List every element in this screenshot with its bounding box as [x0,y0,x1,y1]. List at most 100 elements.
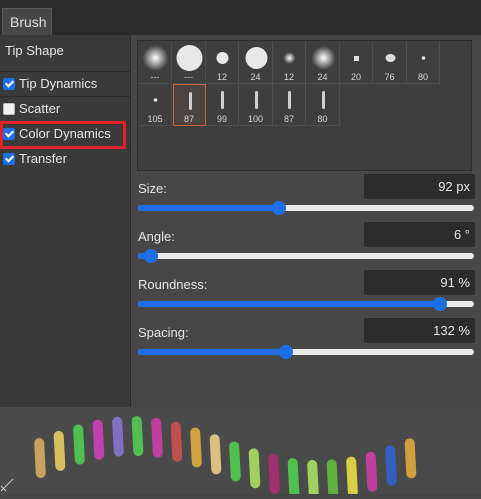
angle-label: Angle: [138,229,175,244]
stroke-dab [190,427,202,468]
stroke-dab [73,424,85,465]
angle-slider[interactable] [138,249,474,263]
brush-tip-icon [311,46,335,70]
brush-preset[interactable]: --- [172,42,206,84]
brush-tip-icon [176,45,202,71]
brush-preset[interactable]: 87 [273,84,306,126]
brush-preset[interactable]: 12 [206,42,239,84]
stroke-dab [365,451,378,492]
brush-tip-icon [142,45,169,71]
brush-size-label: 87 [183,114,194,124]
brush-preset[interactable]: 20 [340,42,373,84]
stroke-dab [229,441,241,482]
resize-grip-icon[interactable] [0,478,14,492]
brush-size-label: 87 [283,114,294,124]
stroke-dab [268,454,280,495]
brush-tip-shape [153,98,158,102]
spacing-label: Spacing: [138,325,189,340]
roundness-slider[interactable] [138,297,474,311]
stroke-dab [248,448,261,489]
tip-dynamics-label: Tip Dynamics [19,76,98,91]
brush-tip-shape [188,92,192,110]
brush-tip-icon [288,91,291,109]
brush-size-label: 12 [283,72,294,82]
brush-tip-icon [221,91,224,109]
angle-slider-thumb[interactable] [144,249,159,263]
brush-size-label: 76 [384,72,395,82]
transfer-item[interactable]: Transfer [0,146,130,171]
tab-bar: Brush [0,0,481,35]
transfer-checkbox[interactable] [3,153,15,165]
roundness-slider-thumb[interactable] [433,297,448,311]
brush-tip-shape [176,45,202,71]
brush-size-label: 20 [350,72,361,82]
roundness-value-field[interactable]: 91 % [364,270,475,295]
brush-preset[interactable]: 24 [306,42,340,84]
scatter-label: Scatter [19,101,61,116]
size-slider[interactable] [138,201,474,215]
brush-tip-shape [311,46,335,70]
tip-dynamics-checkbox[interactable] [3,78,15,90]
stroke-dab [385,445,397,486]
brush-tip-shape [221,91,224,109]
spacing-slider-thumb[interactable] [278,345,293,359]
brush-tip-shape [321,91,325,109]
stroke-dab [112,416,124,457]
brush-tip-icon [321,91,325,109]
stroke-dab [170,421,183,462]
scatter-checkbox[interactable] [3,103,15,115]
size-value-field[interactable]: 92 px [364,174,475,199]
brush-size-label: 80 [317,114,328,124]
brush-tip-icon [153,98,158,102]
spacing-slider[interactable] [138,345,474,359]
brush-stroke-preview [0,408,481,499]
brush-options-panel: Tip Shape Tip Dynamics Scatter Color Dyn… [0,35,131,407]
brush-preset[interactable]: 105 [139,84,172,126]
brush-preset[interactable]: 80 [306,84,340,126]
brush-tip-shape [354,56,359,61]
brush-tip-shape [283,52,296,64]
brush-tip-icon [245,47,267,69]
angle-value-field[interactable]: 6 ° [364,222,475,247]
brush-preset[interactable]: 99 [206,84,239,126]
brush-tip-icon [283,52,296,64]
brush-size-label: --- [184,72,193,82]
brush-size-label: 99 [216,114,227,124]
brush-preset[interactable]: 87 [172,84,206,126]
spacing-value-field[interactable]: 132 % [364,318,475,343]
brush-preset[interactable]: 12 [273,42,306,84]
brush-preset[interactable]: 80 [407,42,440,84]
stroke-dab [53,430,66,471]
brush-preset[interactable]: --- [139,42,172,84]
color-dynamics-highlight [0,121,126,149]
brush-tip-shape [421,56,426,60]
size-label: Size: [138,181,167,196]
tab-brush[interactable]: Brush [2,8,52,35]
brush-preset[interactable]: 24 [239,42,273,84]
stroke-dab [34,438,46,478]
transfer-label: Transfer [19,151,67,166]
brush-preset[interactable]: 76 [373,42,407,84]
brush-tip-icon [385,54,395,62]
stroke-dab [307,459,319,499]
tip-shape-item[interactable]: Tip Shape [0,39,130,64]
size-slider-thumb[interactable] [272,201,287,215]
brush-tip-shape [254,91,258,109]
stroke-dab [209,434,222,475]
brush-preset[interactable]: 100 [239,84,273,126]
brush-preset-grid: --- --- 12 24 12 24 20 76 80 105 87 99 100 87 80 [137,40,472,171]
brush-size-label: --- [150,72,160,82]
scatter-item[interactable]: Scatter [0,96,130,121]
stroke-dab [346,456,358,497]
tip-dynamics-item[interactable]: Tip Dynamics [0,71,130,96]
roundness-slider-fill [138,301,441,307]
brush-tip-shape [385,54,395,62]
brush-tip-icon [216,52,229,64]
brush-size-label: 105 [147,114,163,124]
stroke-dab [404,438,417,479]
spacing-slider-fill [138,349,286,355]
stroke-dab [326,459,339,499]
brush-size-label: 24 [317,72,328,82]
brush-tip-shape [245,47,267,69]
brush-size-label: 24 [250,72,261,82]
